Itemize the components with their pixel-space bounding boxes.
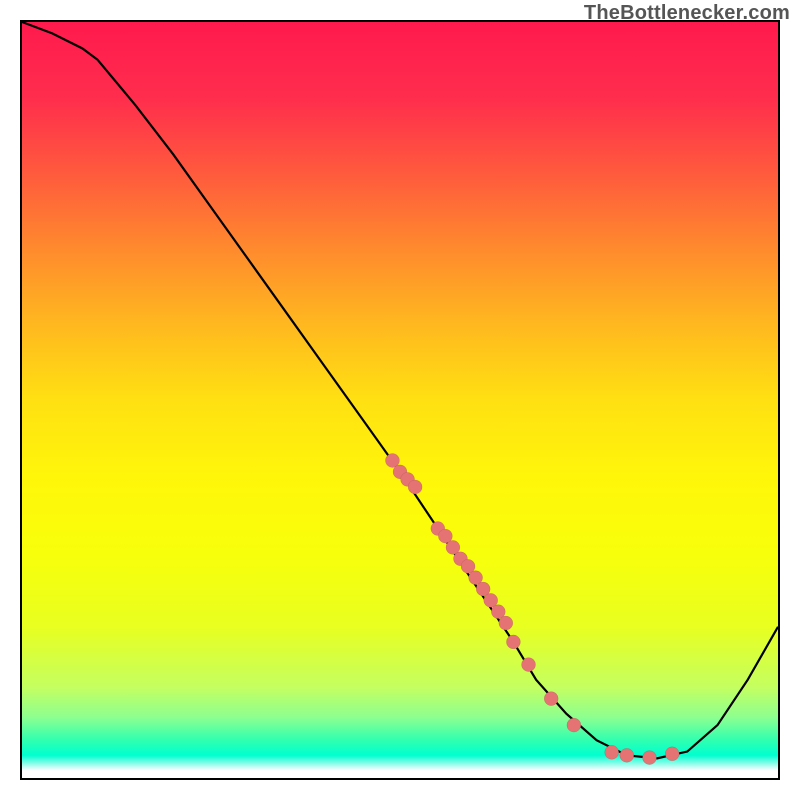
chart-svg <box>22 22 778 778</box>
sample-dot <box>408 480 422 494</box>
sample-dot <box>499 616 513 630</box>
sample-dot <box>620 748 634 762</box>
sample-dot <box>522 658 536 672</box>
bottleneck-curve <box>22 22 778 758</box>
sample-dot <box>544 692 558 706</box>
sample-dot <box>506 635 520 649</box>
sample-dot <box>567 718 581 732</box>
sample-markers <box>385 453 679 764</box>
sample-dot <box>665 747 679 761</box>
chart-container: TheBottlenecker.com <box>0 0 800 800</box>
sample-dot <box>605 745 619 759</box>
sample-dot <box>642 751 656 765</box>
plot-area <box>20 20 780 780</box>
